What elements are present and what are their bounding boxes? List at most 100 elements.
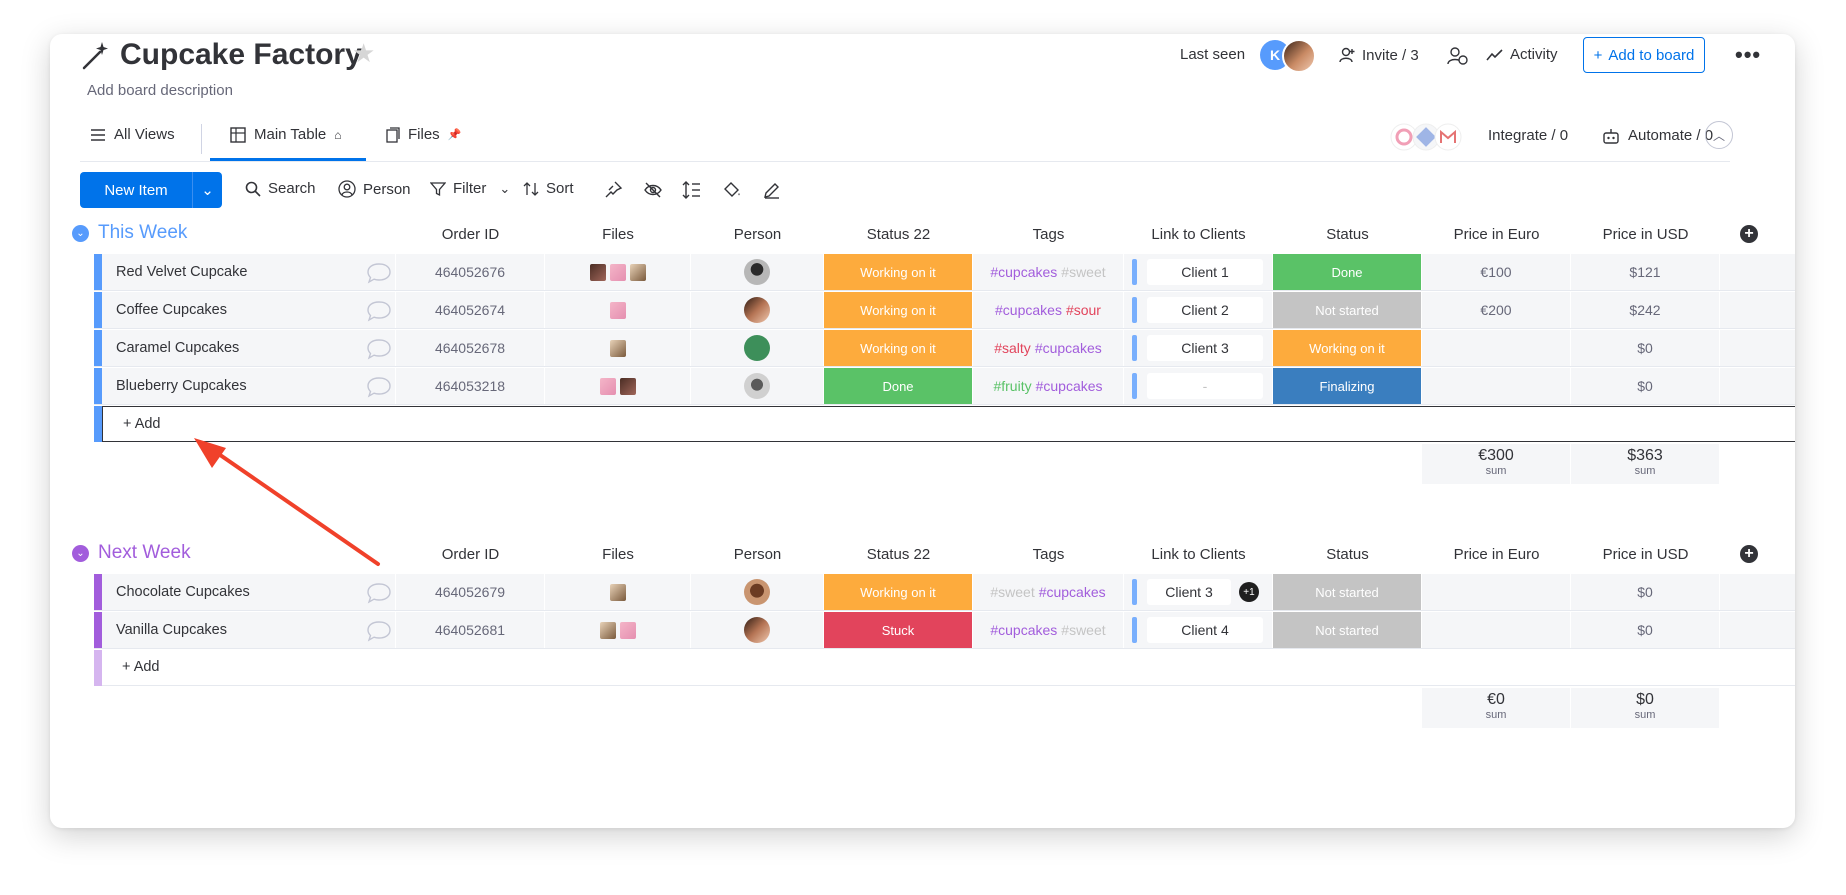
- tag[interactable]: #cupcakes: [1036, 378, 1103, 394]
- tab-all-views[interactable]: All Views: [90, 126, 175, 143]
- item-name[interactable]: Red Velvet Cupcake: [102, 254, 396, 290]
- order-id-cell[interactable]: 464052681: [396, 612, 545, 648]
- column-header[interactable]: Tags: [973, 546, 1124, 563]
- collapse-group-icon[interactable]: ⌄: [72, 225, 89, 242]
- item-name[interactable]: Coffee Cupcakes: [102, 292, 396, 328]
- status-cell[interactable]: Finalizing: [1273, 368, 1422, 404]
- client-link[interactable]: Client 4: [1147, 617, 1263, 643]
- files-cell[interactable]: [545, 612, 691, 648]
- tag[interactable]: #sweet: [1061, 264, 1105, 280]
- person-avatar[interactable]: [744, 579, 770, 605]
- price-usd-cell[interactable]: $0: [1571, 368, 1720, 404]
- integrate-button[interactable]: Integrate / 0: [1488, 127, 1568, 144]
- tag[interactable]: #sour: [1066, 302, 1101, 318]
- tags-cell[interactable]: #fruity #cupcakes: [973, 368, 1124, 404]
- file-thumbnail[interactable]: [609, 583, 626, 601]
- chevron-down-icon[interactable]: ⌄: [499, 181, 510, 197]
- tag[interactable]: #cupcakes: [990, 264, 1057, 280]
- add-item-label[interactable]: + Add: [123, 416, 161, 432]
- price-euro-cell[interactable]: €200: [1422, 292, 1571, 328]
- collapse-group-icon[interactable]: ⌄: [72, 545, 89, 562]
- tag[interactable]: #sweet: [1061, 622, 1105, 638]
- client-link[interactable]: -: [1147, 373, 1263, 399]
- column-header[interactable]: Order ID: [396, 546, 545, 563]
- file-thumbnail[interactable]: [609, 339, 626, 357]
- status22-cell[interactable]: Working on it: [824, 330, 973, 366]
- price-euro-cell[interactable]: €100: [1422, 254, 1571, 290]
- more-options-icon[interactable]: •••: [1735, 42, 1761, 68]
- link-to-clients-cell[interactable]: Client 4: [1124, 612, 1273, 648]
- price-euro-cell[interactable]: [1422, 330, 1571, 366]
- row-height-icon[interactable]: [682, 180, 702, 200]
- status22-cell[interactable]: Stuck: [824, 612, 973, 648]
- column-header[interactable]: Link to Clients: [1124, 226, 1273, 243]
- price-euro-cell[interactable]: [1422, 574, 1571, 610]
- order-id-cell[interactable]: 464052676: [396, 254, 545, 290]
- item-name[interactable]: Caramel Cupcakes: [102, 330, 396, 366]
- client-link[interactable]: Client 3: [1147, 579, 1231, 605]
- item-name[interactable]: Blueberry Cupcakes: [102, 368, 396, 404]
- favorite-star-icon[interactable]: ★: [352, 38, 375, 69]
- order-id-cell[interactable]: 464052674: [396, 292, 545, 328]
- tag[interactable]: #sweet: [990, 584, 1034, 600]
- file-thumbnail[interactable]: [599, 377, 616, 395]
- price-usd-cell[interactable]: $0: [1571, 574, 1720, 610]
- person-avatar[interactable]: [744, 297, 770, 323]
- filter-button[interactable]: Filter ⌄: [430, 180, 510, 197]
- search-button[interactable]: Search: [245, 180, 316, 197]
- order-id-cell[interactable]: 464052678: [396, 330, 545, 366]
- comment-bubble-icon[interactable]: [366, 262, 392, 284]
- column-header[interactable]: Files: [545, 546, 691, 563]
- pin-icon[interactable]: [603, 180, 623, 200]
- tag[interactable]: #cupcakes: [995, 302, 1062, 318]
- status22-cell[interactable]: Done: [824, 368, 973, 404]
- tab-main-table[interactable]: Main Table ⌂: [230, 126, 342, 143]
- sort-button[interactable]: Sort: [523, 180, 574, 197]
- avatar[interactable]: [1282, 39, 1316, 73]
- status22-cell[interactable]: Working on it: [824, 292, 973, 328]
- client-link[interactable]: Client 1: [1147, 259, 1263, 285]
- tags-cell[interactable]: #cupcakes #sweet: [973, 612, 1124, 648]
- add-to-board-button[interactable]: + Add to board: [1583, 37, 1705, 73]
- automate-button[interactable]: Automate / 0: [1602, 127, 1713, 144]
- comment-bubble-icon[interactable]: [366, 338, 392, 360]
- person-filter-button[interactable]: Person: [338, 180, 411, 198]
- file-thumbnail[interactable]: [609, 263, 626, 281]
- status-cell[interactable]: Not started: [1273, 292, 1422, 328]
- files-cell[interactable]: [545, 330, 691, 366]
- tags-cell[interactable]: #cupcakes #sweet: [973, 254, 1124, 290]
- link-to-clients-cell[interactable]: Client 1: [1124, 254, 1273, 290]
- link-to-clients-cell[interactable]: Client 3: [1124, 330, 1273, 366]
- column-header[interactable]: Status 22: [824, 546, 973, 563]
- tag[interactable]: #fruity: [993, 378, 1031, 394]
- group-title[interactable]: This Week: [98, 222, 187, 244]
- tab-files[interactable]: Files 📌: [386, 126, 461, 143]
- comment-bubble-icon[interactable]: [366, 582, 392, 604]
- add-item-row[interactable]: + Add: [102, 650, 1795, 686]
- tag[interactable]: #cupcakes: [1035, 340, 1102, 356]
- person-cell[interactable]: [691, 368, 824, 404]
- column-header[interactable]: Order ID: [396, 226, 545, 243]
- price-euro-cell[interactable]: [1422, 368, 1571, 404]
- link-to-clients-cell[interactable]: Client 3 +1: [1124, 574, 1273, 610]
- comment-bubble-icon[interactable]: [366, 376, 392, 398]
- column-header[interactable]: Price in Euro: [1422, 226, 1571, 243]
- color-fill-icon[interactable]: [722, 180, 742, 200]
- status-cell[interactable]: Not started: [1273, 574, 1422, 610]
- person-avatar[interactable]: [744, 373, 770, 399]
- board-title[interactable]: Cupcake Factory: [120, 38, 362, 72]
- tag[interactable]: #salty: [994, 340, 1031, 356]
- file-thumbnail[interactable]: [599, 621, 616, 639]
- price-usd-cell[interactable]: $0: [1571, 612, 1720, 648]
- column-header[interactable]: Person: [691, 226, 824, 243]
- board-description[interactable]: Add board description: [87, 82, 233, 99]
- chevron-down-icon[interactable]: ⌄: [192, 172, 222, 208]
- person-cell[interactable]: [691, 612, 824, 648]
- price-usd-cell[interactable]: $0: [1571, 330, 1720, 366]
- person-cell[interactable]: [691, 292, 824, 328]
- column-header[interactable]: Status: [1273, 546, 1422, 563]
- column-header[interactable]: Link to Clients: [1124, 546, 1273, 563]
- client-link[interactable]: Client 3: [1147, 335, 1263, 361]
- invite-button[interactable]: Invite / 3: [1338, 46, 1419, 64]
- add-item-label[interactable]: + Add: [122, 659, 160, 675]
